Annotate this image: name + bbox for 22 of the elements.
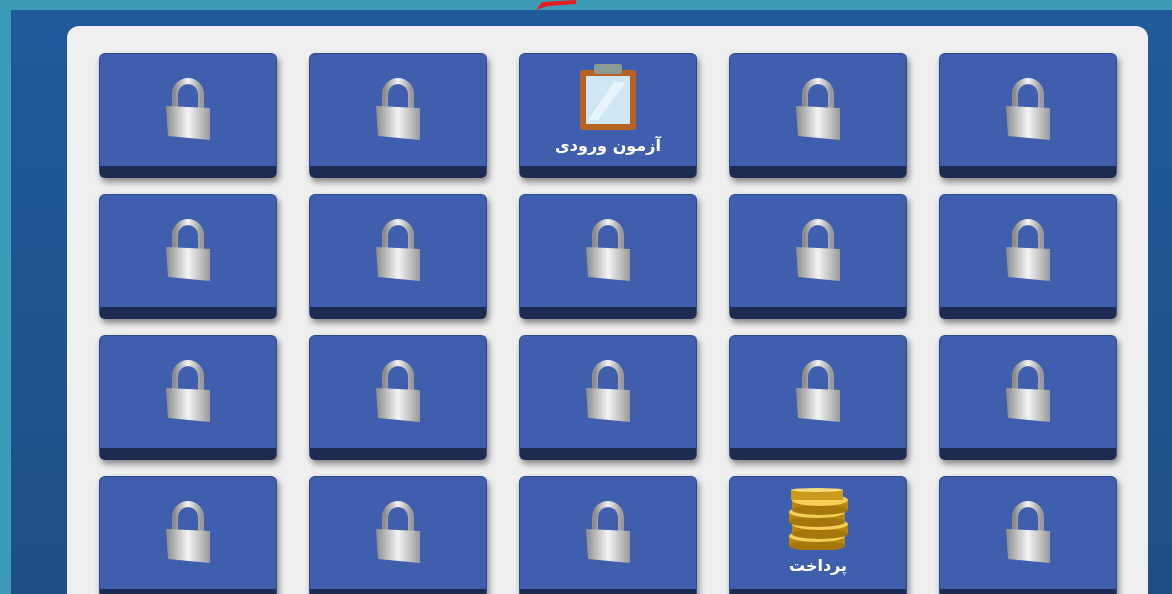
tile-button[interactable] [99, 194, 277, 319]
tile-button[interactable] [519, 194, 697, 319]
tile-button[interactable] [519, 335, 697, 460]
pointer-arrow-icon [536, 0, 576, 10]
tile-button[interactable] [729, 53, 907, 178]
tile-button[interactable] [519, 476, 697, 594]
tile-button[interactable] [309, 335, 487, 460]
tile-button[interactable]: آزمون ورودی [519, 53, 697, 178]
tile-button[interactable] [309, 53, 487, 178]
tile-button[interactable] [729, 194, 907, 319]
tile-button[interactable]: پرداخت [729, 476, 907, 594]
tile-button[interactable] [939, 194, 1117, 319]
clipboard-icon [578, 62, 638, 130]
tile-button[interactable] [99, 476, 277, 594]
tile-button[interactable] [99, 335, 277, 460]
tile-button[interactable] [729, 335, 907, 460]
tile-button[interactable] [939, 335, 1117, 460]
tile-button[interactable] [309, 194, 487, 319]
tile-button[interactable] [99, 53, 277, 178]
tile-button[interactable] [939, 476, 1117, 594]
tile-button[interactable] [939, 53, 1117, 178]
tile-button[interactable] [309, 476, 487, 594]
